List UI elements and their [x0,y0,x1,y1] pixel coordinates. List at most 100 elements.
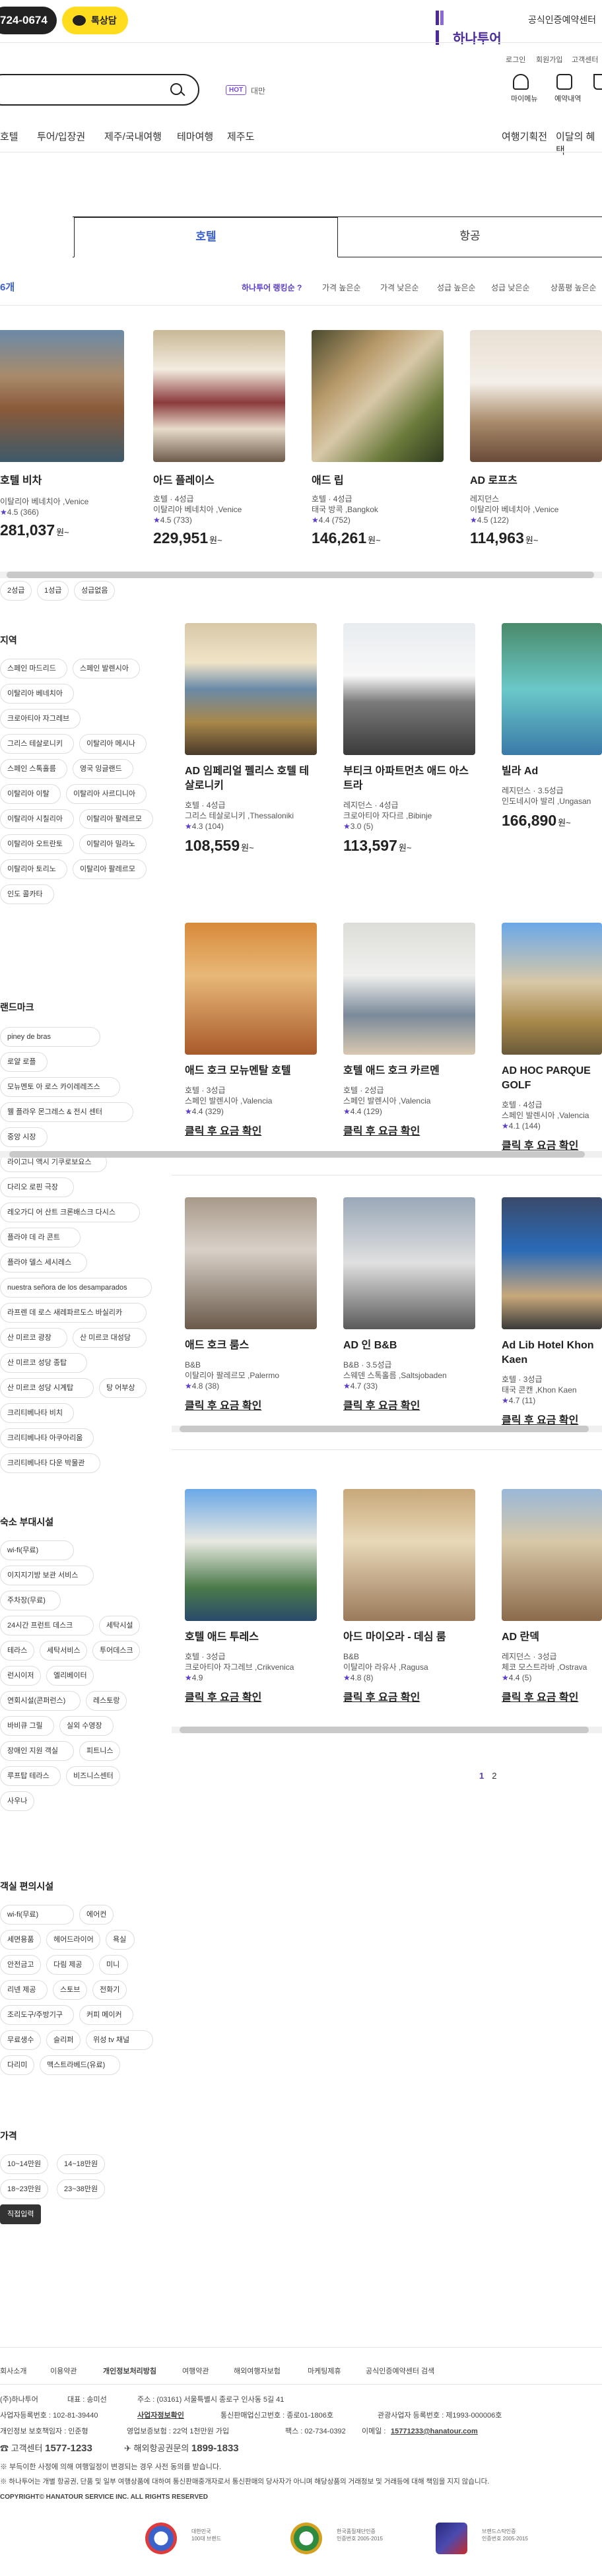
filter-chip[interactable]: 스토브 [53,1980,87,2000]
filter-chip[interactable]: 중앙 시장 [0,1127,48,1147]
hotel-photo[interactable] [470,330,602,462]
filter-chip[interactable]: 세탁시설 [99,1616,140,1635]
check-price-link[interactable]: 클릭 후 요금 확인 [343,1688,475,1704]
hotel-name[interactable]: 호텔 애드 호크 카르멘 [343,1064,475,1078]
gnb-theme[interactable]: 테마여행 [177,129,213,143]
filter-chip[interactable]: 피트니스 [79,1741,120,1761]
filter-chip[interactable]: 인도 콜카타 [0,884,54,904]
hotel-card[interactable]: AD 인 B&B B&B · 3.5성급 스웨덴 스톡홀름 ,Saltsjobade… [343,1197,475,1412]
filter-chip[interactable]: wi-fi(무료) [0,1540,74,1560]
hotel-photo[interactable] [185,923,317,1055]
tab-hotel[interactable]: 호텔 [74,216,338,257]
hotel-name[interactable]: 애드 호크 룸스 [185,1338,317,1353]
filter-chip[interactable]: 연회시설(콘퍼런스) [0,1691,81,1711]
filter-chip[interactable]: 크로아티아 자그레브 [0,709,81,729]
price-chip[interactable]: 10~14만원 [0,2154,49,2174]
filter-chip[interactable]: 맥스트라베드(유료) [40,2055,120,2075]
filter-chip[interactable]: 플라야 데 라 콘트 [0,1228,81,1247]
hotel-card[interactable]: 부티크 아파트먼츠 애드 아스트라 레지던스 · 4성급 크로아티아 자다르 ,Bi… [343,623,475,855]
filter-chip[interactable]: 산 미르코 대성당 [73,1328,147,1348]
filter-chip[interactable]: 이탈리아 이탈 [0,784,61,804]
my-menu-button[interactable]: 마이메뉴 [511,74,537,104]
filter-chip[interactable]: 플라야 델스 세시레스 [0,1253,87,1272]
check-price-link[interactable]: 클릭 후 요금 확인 [185,1122,317,1138]
sort-grade-low[interactable]: 성급 낮은순 [491,282,530,293]
price-custom-button[interactable]: 직접입력 [0,2204,42,2224]
filter-chip[interactable]: 조리도구/주방기구 [0,2005,74,2025]
filter-chip[interactable]: 주차장(무료) [0,1591,61,1610]
filter-chip[interactable]: 세탁서비스 [40,1641,87,1661]
hotel-photo[interactable] [343,1489,475,1621]
check-price-link[interactable]: 클릭 후 요금 확인 [502,1688,602,1704]
scroll-thumb[interactable] [180,1426,589,1432]
check-price-link[interactable]: 클릭 후 요금 확인 [502,1411,602,1427]
hotel-card[interactable]: 아드 마이오라 - 데심 룸 B&B 이탈리아 라유사 ,Ragusa ★4.8 (8… [343,1489,475,1704]
page-2[interactable]: 2 [492,1771,496,1781]
filter-chip[interactable]: 이탈리아 팔레르모 [79,809,153,829]
hotel-name[interactable]: Ad Lib Hotel Khon Kaen [502,1338,602,1368]
hotel-name[interactable]: 아드 마이오라 - 데심 룸 [343,1630,475,1645]
gnb-benefit[interactable]: 이달의 혜택 [556,129,602,157]
hotel-name[interactable]: 호텔 비차 [0,471,124,487]
sort-ranking[interactable]: 하나투어 랭킹순 ? [242,282,302,293]
filter-chip[interactable]: 영국 잉글랜드 [73,759,133,779]
cart-button[interactable] [591,74,602,90]
price-chip[interactable]: 14~18만원 [57,2154,106,2174]
tab-air[interactable]: 항공 [338,216,602,257]
filter-chip[interactable]: 에어컨 [79,1905,114,1925]
gnb-exhibition[interactable]: 여행기획전 [502,129,547,143]
top-card[interactable]: 아드 플레이스 호텔 · 4성급 이탈리아 베네치아 ,Venice ★4.5 … [153,330,285,547]
filter-chip[interactable]: 위성 tv 채널 [86,2030,153,2050]
check-price-link[interactable]: 클릭 후 요금 확인 [185,1397,317,1412]
footer-link-travel-terms[interactable]: 여행약관 [182,2365,209,2376]
hot-keyword[interactable]: 대만 [251,85,265,96]
gnb-jeju[interactable]: 제주도 [227,129,254,143]
filter-chip[interactable]: 라프렌 데 로스 새레파르도스 바실리카 [0,1303,147,1323]
hotel-card[interactable]: AD 란덱 레지던스 · 3성급 체코 모스트라바 ,Ostrava ★4.4 (5)… [502,1489,602,1704]
hotel-name[interactable]: 아드 플레이스 [153,471,285,487]
filter-chip[interactable]: 세면용품 [0,1930,41,1950]
filter-chip[interactable]: 이탈리아 사르디니아 [66,784,147,804]
footer-link-center-search[interactable]: 공식인증예약센터 검색 [366,2365,434,2376]
search-input[interactable] [0,74,199,106]
phone-pill[interactable]: 724-0674 [0,7,57,34]
hotel-name[interactable]: AD HOC PARQUE GOLF [502,1064,602,1093]
hotel-name[interactable]: AD 란덱 [502,1630,602,1645]
filter-chip[interactable]: 리넨 제공 [0,1980,48,2000]
page-1[interactable]: 1 [479,1771,484,1781]
filter-chip[interactable]: 로얄 로플 [0,1052,48,1072]
filter-chip[interactable]: 레오가디 어 산트 크론배스크 다시스 [0,1203,140,1222]
filter-chip[interactable]: 다리미 [0,2055,34,2075]
reservation-button[interactable]: 예약내역 [554,74,581,104]
hotel-card[interactable]: 호텔 애드 호크 카르멘 호텔 · 2성급 스페인 발렌시아 ,Valencia ★4… [343,923,475,1138]
filter-chip[interactable]: 커피 메이커 [79,2005,133,2025]
gnb-domestic[interactable]: 제주/국내여행 [104,129,162,143]
filter-chip[interactable]: 투어데스크 [92,1641,140,1661]
filter-chip[interactable]: 바비큐 그릴 [0,1716,54,1736]
filter-chip[interactable]: 이지지기방 보관 서비스 [0,1566,94,1585]
customer-center-link[interactable]: 고객센터 [572,54,598,65]
filter-chip[interactable]: 탕 어부상 [99,1378,147,1398]
hotel-photo[interactable] [343,1197,475,1329]
hotel-name[interactable]: AD 로프츠 [470,471,602,487]
sort-grade-high[interactable]: 성급 높은순 [437,282,476,293]
hotel-photo[interactable] [185,1197,317,1329]
filter-chip[interactable]: 다림 제공 [46,1955,94,1975]
sort-review-high[interactable]: 상품평 높은순 [551,282,597,293]
filter-chip[interactable]: 크리티베나타 비치 [0,1403,74,1423]
filter-chip[interactable]: 2성급 [0,581,32,601]
hotel-photo[interactable] [502,923,602,1055]
top-card[interactable]: AD 로프츠 레지던스 이탈리아 베네치아 ,Venice ★4.5 (122)… [470,330,602,547]
hotel-photo[interactable] [153,330,285,462]
hotel-name[interactable]: 애드 호크 모뉴멘탈 호텔 [185,1064,317,1078]
check-price-link[interactable]: 클릭 후 요금 확인 [185,1688,317,1704]
price-chip[interactable]: 23~38만원 [57,2179,106,2199]
footer-link-company[interactable]: 회사소개 [0,2365,26,2376]
filter-chip[interactable]: 테라스 [0,1641,34,1661]
filter-chip[interactable]: 스페인 스톡홀름 [0,759,67,779]
filter-chip[interactable]: 전화기 [92,1980,127,2000]
filter-chip[interactable]: 안전금고 [0,1955,41,1975]
filter-chip[interactable]: wi-fi(무료) [0,1905,74,1925]
filter-chip[interactable]: 이탈리아 밀라노 [79,834,147,854]
footer-link-marketing[interactable]: 마케팅제휴 [308,2365,341,2376]
